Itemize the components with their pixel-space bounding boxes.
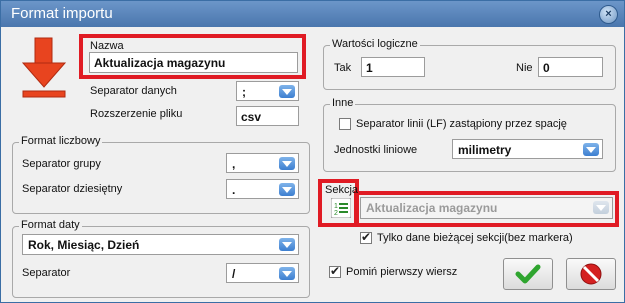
separator-daty-select[interactable]: / <box>226 263 299 283</box>
separator-grupy-value: , <box>232 157 236 171</box>
separator-grupy-select[interactable]: , <box>226 153 299 173</box>
window-title: Format importu <box>11 5 113 22</box>
tylko-dane-label: Tylko dane bieżącej sekcji(bez markera) <box>377 232 573 244</box>
separator-daty-label: Separator <box>22 267 71 279</box>
pomin-label: Pomiń pierwszy wiersz <box>346 266 458 278</box>
tak-label: Tak <box>334 62 352 74</box>
nazwa-label: Nazwa <box>90 40 124 52</box>
close-icon[interactable]: × <box>599 5 618 24</box>
nazwa-input[interactable]: Aktualizacja magazynu <box>89 52 298 73</box>
sekcja-label: Sekcja <box>325 184 359 196</box>
title-bar: Format importu × <box>1 1 624 27</box>
nie-input[interactable]: 0 <box>538 57 603 77</box>
jednostki-value: milimetry <box>458 143 512 157</box>
separator-danych-value: ; <box>242 85 246 99</box>
format-daty-value: Rok, Miesiąc, Dzień <box>28 238 140 252</box>
sekcja-value: Aktualizacja magazynu <box>366 201 498 215</box>
separator-dziesietny-select[interactable]: . <box>226 179 299 199</box>
inne-title: Inne <box>330 97 356 109</box>
chevron-down-icon <box>593 201 609 214</box>
inne-group: Inne <box>323 97 616 172</box>
nie-label: Nie <box>516 62 533 74</box>
ok-button[interactable] <box>503 258 553 290</box>
separator-dziesietny-value: . <box>232 183 236 197</box>
cancel-icon <box>580 263 602 285</box>
svg-text:2: 2 <box>334 210 338 217</box>
jednostki-label: Jednostki liniowe <box>334 144 418 156</box>
chevron-down-icon <box>279 183 295 196</box>
separator-daty-value: / <box>232 267 236 281</box>
chevron-down-icon <box>279 157 295 170</box>
pomin-checkbox[interactable] <box>329 264 341 278</box>
lf-label: Separator linii (LF) zastąpiony przez sp… <box>356 118 567 130</box>
separator-dziesietny-label: Separator dziesiętny <box>22 183 123 195</box>
cancel-button[interactable] <box>566 258 616 290</box>
import-arrow-icon <box>21 37 67 98</box>
rozszerzenie-label: Rozszerzenie pliku <box>90 108 183 120</box>
lf-checkbox[interactable] <box>339 118 351 130</box>
format-daty-title: Format daty <box>19 219 82 231</box>
separator-danych-label: Separator danych <box>90 85 177 97</box>
chevron-down-icon <box>279 85 295 98</box>
sekcja-select: Aktualizacja magazynu <box>360 197 613 219</box>
import-format-dialog: Format importu × Nazwa Aktualizacja maga… <box>0 0 625 303</box>
separator-grupy-label: Separator grupy <box>22 158 101 170</box>
format-daty-select[interactable]: Rok, Miesiąc, Dzień <box>22 234 299 255</box>
chevron-down-icon <box>279 267 295 280</box>
svg-text:1: 1 <box>334 203 338 210</box>
chevron-down-icon <box>279 238 295 251</box>
section-list-icon[interactable]: 1 2 <box>331 198 351 218</box>
checkmark-icon <box>515 264 541 284</box>
jednostki-select[interactable]: milimetry <box>452 139 603 159</box>
rozszerzenie-input[interactable]: csv <box>236 106 299 126</box>
chevron-down-icon <box>583 143 599 156</box>
wartosci-logiczne-title: Wartości logiczne <box>330 38 420 50</box>
tak-input[interactable]: 1 <box>361 57 425 77</box>
tylko-dane-checkbox[interactable] <box>360 230 372 244</box>
separator-danych-select[interactable]: ; <box>236 81 299 101</box>
format-liczbowy-title: Format liczbowy <box>19 135 103 147</box>
